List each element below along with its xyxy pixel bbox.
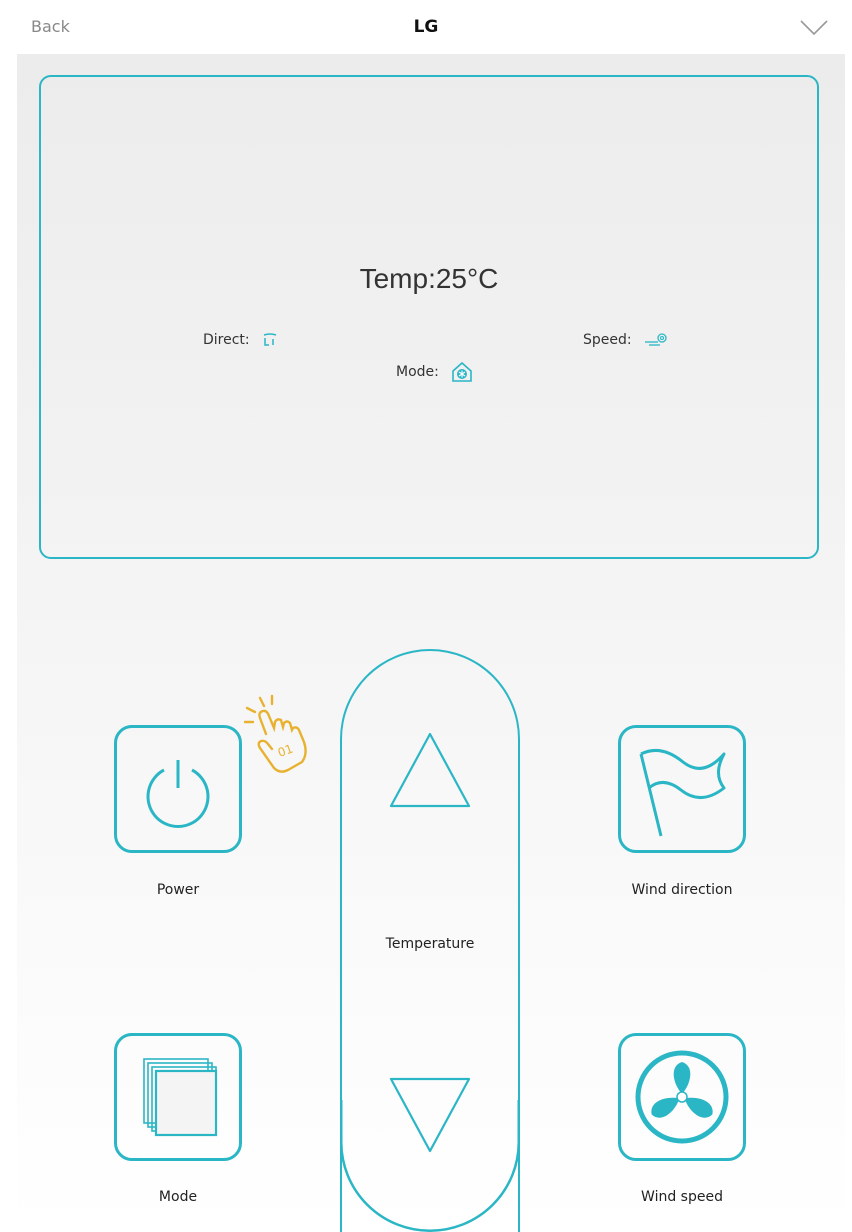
wind-icon (645, 333, 667, 346)
power-icon (146, 760, 210, 828)
snowflake-home-icon (452, 361, 473, 382)
chevron-down-icon[interactable] (800, 20, 828, 36)
swing-icon (263, 333, 277, 346)
svg-text:01: 01 (276, 742, 295, 760)
wind-speed-label: Wind speed (641, 1189, 723, 1205)
mode-button-label: Mode (158, 1189, 198, 1205)
down-triangle-icon (389, 1077, 471, 1153)
temperature-up-button[interactable] (388, 731, 472, 809)
direct-status: Direct: (203, 332, 278, 348)
power-button[interactable] (114, 725, 242, 853)
fan-icon (635, 1050, 729, 1144)
direct-label: Direct: (203, 332, 250, 348)
layers-icon (143, 1058, 218, 1137)
mode-status: Mode: (396, 361, 473, 383)
mode-button[interactable] (114, 1033, 242, 1161)
tap-hand-icon: 01 (243, 694, 307, 773)
temperature-readout: Temp:25°C (359, 263, 499, 294)
speed-label: Speed: (583, 332, 632, 348)
temperature-down-button[interactable] (388, 1076, 472, 1154)
page-title: LG (413, 17, 439, 37)
wind-direction-label: Wind direction (631, 882, 733, 898)
speed-status: Speed: (583, 332, 668, 348)
power-label: Power (156, 882, 200, 898)
top-bar: Back LG (0, 0, 852, 54)
status-display: Temp:25°C Direct: Speed: Mode: (39, 75, 819, 559)
wind-speed-button[interactable] (618, 1033, 746, 1161)
mode-label: Mode: (396, 364, 439, 380)
wind-direction-button[interactable] (618, 725, 746, 853)
up-triangle-icon (389, 732, 471, 808)
flag-icon (639, 748, 726, 837)
temperature-label: Temperature (385, 936, 475, 952)
